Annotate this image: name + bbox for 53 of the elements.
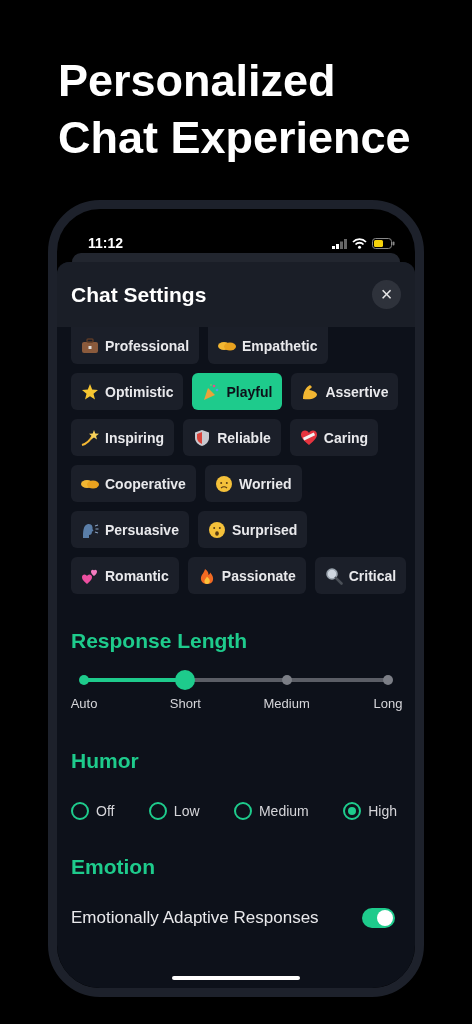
radio-button[interactable] xyxy=(148,802,167,820)
tone-chip[interactable]: Inspiring xyxy=(71,419,175,456)
tone-chip[interactable]: Persuasive xyxy=(71,511,189,548)
section-heading: Emotion xyxy=(71,854,156,880)
section-heading: Response Length xyxy=(71,628,249,654)
slider-stop[interactable] xyxy=(281,675,292,685)
battery-icon xyxy=(372,238,395,249)
surprised-face-icon xyxy=(207,520,226,539)
magnifier-icon xyxy=(324,566,343,585)
toggle-label: Emotionally Adaptive Responses xyxy=(71,908,319,928)
tone-chip[interactable]: Reliable xyxy=(183,419,281,456)
party-popper-icon xyxy=(202,382,221,401)
close-button[interactable]: × xyxy=(372,280,401,309)
tone-chip[interactable]: Worried xyxy=(204,465,302,502)
star-icon xyxy=(81,382,99,401)
headline: Personalized Chat Experience xyxy=(58,54,412,165)
radio-button[interactable] xyxy=(343,802,362,820)
wifi-icon xyxy=(352,238,367,249)
shield-icon xyxy=(193,428,212,447)
tone-chip[interactable]: Cooperative xyxy=(71,465,196,502)
tone-chip[interactable]: Surprised xyxy=(197,511,308,548)
slider-label: Auto xyxy=(70,696,98,711)
status-time: 11:12 xyxy=(88,235,124,251)
tone-chip[interactable]: Critical xyxy=(314,557,407,594)
slider-label: Short xyxy=(169,696,201,711)
tone-chip[interactable]: Assertive xyxy=(291,373,399,410)
tone-chip[interactable]: Optimistic xyxy=(71,373,184,410)
radio-button[interactable] xyxy=(233,802,252,820)
tone-chip[interactable]: Empathetic xyxy=(208,327,328,364)
tone-chip[interactable]: Passionate xyxy=(187,557,306,594)
slider-stop[interactable] xyxy=(383,675,393,685)
tone-chip[interactable]: Romantic xyxy=(71,557,179,594)
worried-face-icon xyxy=(214,474,233,493)
radio-label: Low xyxy=(173,803,200,819)
signal-icon xyxy=(332,238,347,249)
radio-label: Off xyxy=(96,803,115,819)
tone-chip[interactable]: Professional xyxy=(71,327,200,364)
slider-stop[interactable] xyxy=(79,675,89,685)
shooting-star-icon xyxy=(81,428,99,447)
tone-chip[interactable]: Playful xyxy=(192,373,283,410)
slider-label: Medium xyxy=(263,696,310,711)
slider-label: Long xyxy=(373,696,403,711)
tone-chip[interactable]: Caring xyxy=(289,419,379,456)
sheet-title: Chat Settings xyxy=(71,282,207,307)
arm-icon xyxy=(301,382,320,401)
radio-label: Medium xyxy=(258,803,309,819)
heart-icon xyxy=(299,428,318,447)
section-heading: Humor xyxy=(71,748,140,774)
slider-thumb[interactable] xyxy=(175,670,196,690)
briefcase-icon xyxy=(81,336,99,355)
radio-label: High xyxy=(368,803,397,819)
radio-button[interactable] xyxy=(71,802,89,820)
toggle-switch[interactable] xyxy=(362,908,395,928)
